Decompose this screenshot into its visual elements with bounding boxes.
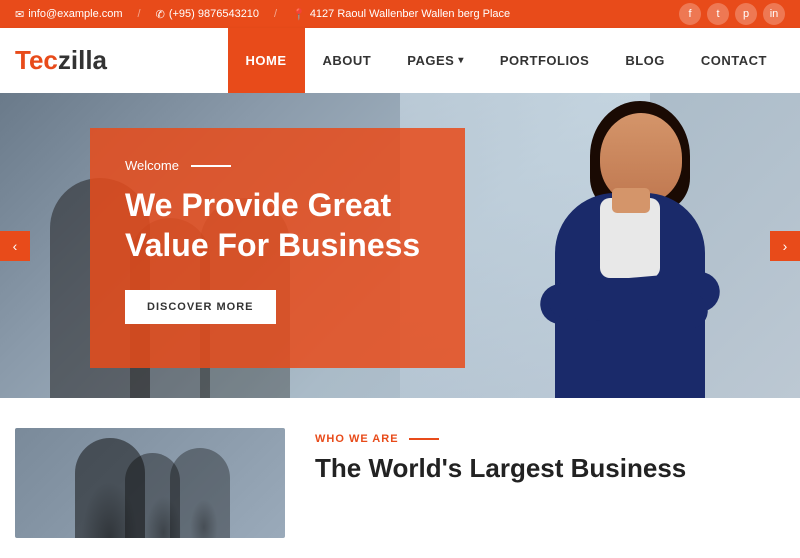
top-bar: ✉ info@example.com / ✆ (+95) 9876543210 … bbox=[0, 0, 800, 28]
twitter-icon[interactable]: t bbox=[707, 3, 729, 25]
who-we-are-label: WHO WE ARE bbox=[315, 433, 785, 445]
divider-1: / bbox=[138, 8, 141, 20]
discover-more-button[interactable]: DISCOVER MORE bbox=[125, 290, 276, 324]
nav-contact[interactable]: CONTACT bbox=[683, 28, 785, 93]
header: Teczilla HOME ABOUT PAGES ▾ PORTFOLIOS B… bbox=[0, 28, 800, 93]
hero-woman-group bbox=[500, 93, 750, 398]
hero-welcome-line bbox=[191, 165, 231, 167]
linkedin-icon[interactable]: in bbox=[763, 3, 785, 25]
phone-text: (+95) 9876543210 bbox=[169, 8, 259, 20]
hero-prev-button[interactable]: ‹ bbox=[0, 231, 30, 261]
below-image bbox=[15, 428, 285, 538]
below-img-person3 bbox=[170, 448, 230, 538]
chevron-down-icon: ▾ bbox=[458, 55, 464, 66]
social-links: f t p in bbox=[679, 3, 785, 25]
hero-section: ‹ Welcome We Provide Great Value For Bus… bbox=[0, 93, 800, 398]
address-text: 4127 Raoul Wallenber Wallen berg Place bbox=[310, 8, 510, 20]
email-text: info@example.com bbox=[28, 8, 122, 20]
who-we-are-line bbox=[409, 438, 439, 440]
address-item: 📍 4127 Raoul Wallenber Wallen berg Place bbox=[292, 8, 510, 21]
location-icon: 📍 bbox=[292, 8, 306, 21]
logo: Teczilla bbox=[15, 45, 107, 76]
top-bar-left: ✉ info@example.com / ✆ (+95) 9876543210 … bbox=[15, 8, 510, 21]
pinterest-icon[interactable]: p bbox=[735, 3, 757, 25]
phone-icon: ✆ bbox=[156, 8, 165, 21]
main-nav: HOME ABOUT PAGES ▾ PORTFOLIOS BLOG CONTA… bbox=[228, 28, 785, 93]
logo-zilla: zilla bbox=[58, 45, 107, 75]
nav-home[interactable]: HOME bbox=[228, 28, 305, 93]
logo-tec: Tec bbox=[15, 45, 58, 75]
hero-next-button[interactable]: › bbox=[770, 231, 800, 261]
nav-portfolios[interactable]: PORTFOLIOS bbox=[482, 28, 608, 93]
nav-blog[interactable]: BLOG bbox=[607, 28, 683, 93]
nav-about[interactable]: ABOUT bbox=[305, 28, 390, 93]
hero-woman-neck bbox=[612, 188, 650, 213]
phone-item: ✆ (+95) 9876543210 bbox=[156, 8, 259, 21]
hero-welcome-label: Welcome bbox=[125, 158, 430, 173]
below-section: WHO WE ARE The World's Largest Business bbox=[0, 398, 800, 558]
hero-title: We Provide Great Value For Business bbox=[125, 185, 430, 265]
hero-overlay-box: Welcome We Provide Great Value For Busin… bbox=[90, 128, 465, 368]
divider-2: / bbox=[274, 8, 277, 20]
below-content: WHO WE ARE The World's Largest Business bbox=[315, 428, 785, 538]
email-item: ✉ info@example.com bbox=[15, 8, 123, 21]
below-title: The World's Largest Business bbox=[315, 453, 785, 484]
email-icon: ✉ bbox=[15, 8, 24, 21]
nav-pages[interactable]: PAGES ▾ bbox=[389, 28, 482, 93]
facebook-icon[interactable]: f bbox=[679, 3, 701, 25]
